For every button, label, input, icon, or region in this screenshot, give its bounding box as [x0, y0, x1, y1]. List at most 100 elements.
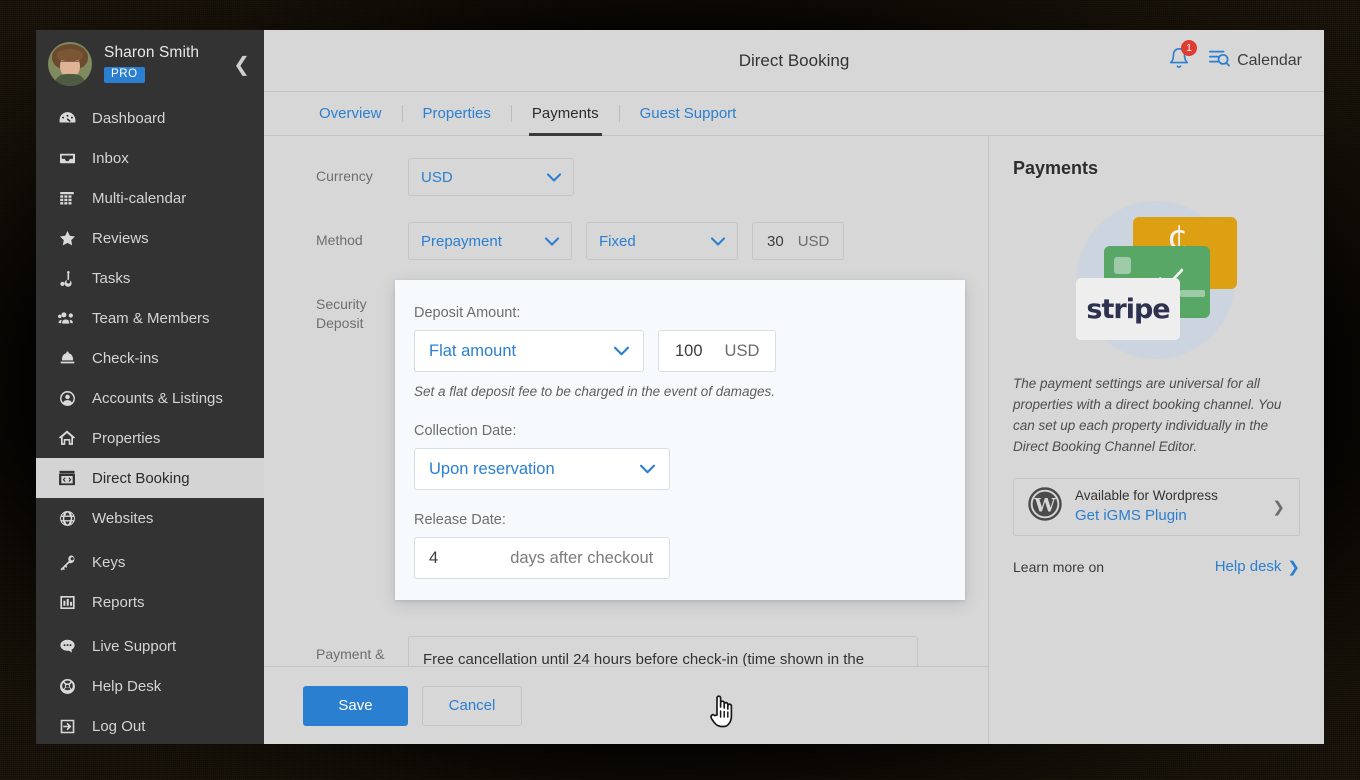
collection-date-select[interactable]: Upon reservation [414, 448, 670, 490]
help-desk-link[interactable]: Help desk ❯ [1215, 558, 1300, 576]
sidebar-item-label: Multi-calendar [92, 189, 187, 207]
cancel-button[interactable]: Cancel [422, 685, 522, 726]
deposit-amount-input[interactable]: 100 USD [658, 330, 777, 372]
svg-text:W: W [1033, 495, 1056, 517]
stripe-logo: stripe [1086, 293, 1170, 325]
notification-count-badge: 1 [1181, 40, 1198, 56]
top-bar-actions: 1 Calendar [1168, 40, 1324, 75]
chevron-down-icon [596, 346, 629, 356]
sidebar-item-log-out[interactable]: Log Out [36, 706, 264, 744]
sidebar-item-label: Accounts & Listings [92, 389, 223, 407]
method-type-select[interactable]: Prepayment [408, 222, 572, 260]
sidebar-nav: Dashboard Inbox Multi-calendar Reviews Tasks… [36, 98, 264, 744]
wordpress-icon: W [1028, 487, 1062, 526]
chevron-down-icon [695, 236, 726, 246]
logout-icon [54, 716, 80, 736]
users-icon [54, 308, 80, 328]
calendar-icon [54, 188, 80, 208]
avatar [48, 42, 92, 86]
main-content: Direct Booking 1 Calendar Overview Prope… [264, 30, 1324, 744]
info-panel-title: Payments [1013, 158, 1099, 178]
sidebar-item-keys[interactable]: Keys [36, 542, 264, 582]
page-title: Direct Booking [738, 50, 850, 70]
lifebuoy-icon [54, 676, 80, 696]
sidebar-item-help-desk[interactable]: Help Desk [36, 666, 264, 706]
sidebar-item-reviews[interactable]: Reviews [36, 218, 264, 258]
sidebar-item-team-members[interactable]: Team & Members [36, 298, 264, 338]
star-icon [54, 228, 80, 248]
sidebar-item-direct-booking[interactable]: Direct Booking [36, 458, 264, 498]
sidebar-item-label: Tasks [92, 269, 131, 287]
deposit-hint: Set a flat deposit fee to be charged in … [414, 384, 775, 399]
globe-icon [54, 508, 80, 528]
wordpress-plugin-card[interactable]: W Available for Wordpress Get iGMS Plugi… [1013, 477, 1300, 536]
learn-more-row: Learn more on Help desk ❯ [1013, 558, 1300, 576]
method-amount-input[interactable]: 30 USD [752, 222, 845, 260]
bar-chart-icon [54, 592, 80, 612]
method-type-value: Prepayment [421, 232, 502, 250]
tab-payments[interactable]: Payments [528, 92, 602, 136]
tab-separator [618, 105, 620, 122]
tab-properties[interactable]: Properties [420, 92, 494, 135]
currency-select[interactable]: USD [408, 158, 574, 196]
learn-more-label: Learn more on [1013, 558, 1105, 575]
sidebar-item-label: Help Desk [92, 677, 162, 695]
collection-date-value: Upon reservation [429, 459, 555, 478]
release-date-suffix: days after checkout [510, 548, 654, 567]
currency-label: Currency [316, 168, 373, 184]
chevron-down-icon [622, 464, 655, 474]
sidebar-item-tasks[interactable]: Tasks [36, 258, 264, 298]
sidebar-item-properties[interactable]: Properties [36, 418, 264, 458]
release-date-value: 4 [429, 548, 439, 567]
chevron-left-icon[interactable]: ❮ [233, 54, 250, 74]
method-amount-currency: USD [797, 232, 830, 250]
chevron-right-icon: ❯ [1272, 498, 1285, 516]
sidebar-item-reports[interactable]: Reports [36, 582, 264, 622]
calendar-button[interactable]: Calendar [1208, 48, 1302, 73]
deposit-amount-label: Deposit Amount: [414, 305, 521, 321]
sidebar-item-websites[interactable]: Websites [36, 498, 264, 538]
tasks-icon [54, 268, 80, 288]
code-window-icon [54, 468, 80, 488]
collection-date-label: Collection Date: [414, 423, 517, 439]
sidebar-item-label: Team & Members [92, 309, 210, 327]
tab-overview[interactable]: Overview [316, 92, 385, 135]
tab-guest-support[interactable]: Guest Support [637, 92, 740, 135]
wordpress-line2[interactable]: Get iGMS Plugin [1075, 506, 1218, 526]
sidebar-item-check-ins[interactable]: Check-ins [36, 338, 264, 378]
method-row: Method Prepayment Fixed 30 USD [264, 222, 988, 260]
method-amount-value: 30 [767, 232, 784, 250]
sidebar-item-label: Websites [92, 509, 154, 527]
notifications-button[interactable]: 1 [1168, 40, 1198, 75]
account-circle-icon [54, 388, 80, 408]
deposit-amount-row: Flat amount 100 USD [414, 330, 965, 372]
save-button[interactable]: Save [303, 685, 408, 726]
sidebar-item-multi-calendar[interactable]: Multi-calendar [36, 178, 264, 218]
sidebar-item-label: Inbox [92, 149, 129, 167]
home-icon [54, 428, 80, 448]
sidebar-item-label: Check-ins [92, 349, 159, 367]
calendar-search-icon [1208, 48, 1230, 73]
currency-value: USD [421, 168, 453, 186]
payments-form: Currency USD Method Prepayment Fixed 30 … [264, 136, 988, 744]
chevron-down-icon [531, 172, 562, 182]
app-window: Sharon Smith PRO ❮ Dashboard Inbox Multi-c… [36, 30, 1324, 744]
tab-separator [510, 105, 512, 122]
method-mode-select[interactable]: Fixed [586, 222, 738, 260]
chevron-right-icon: ❯ [1287, 558, 1300, 576]
sidebar-profile[interactable]: Sharon Smith PRO ❮ [36, 30, 264, 98]
top-bar: Direct Booking 1 Calendar [264, 30, 1324, 92]
method-label: Method [316, 232, 363, 248]
sidebar: Sharon Smith PRO ❮ Dashboard Inbox Multi-c… [36, 30, 264, 744]
info-panel: Payments ¢ stripe The payment settings a… [988, 136, 1324, 744]
sidebar-item-dashboard[interactable]: Dashboard [36, 98, 264, 138]
wordpress-line1: Available for Wordpress [1075, 488, 1218, 504]
release-date-input[interactable]: 4 days after checkout [414, 537, 670, 579]
deposit-amount-type-select[interactable]: Flat amount [414, 330, 644, 372]
sidebar-item-accounts-listings[interactable]: Accounts & Listings [36, 378, 264, 418]
sidebar-item-label: Keys [92, 553, 126, 571]
help-desk-label: Help desk [1214, 558, 1282, 576]
sidebar-item-live-support[interactable]: Live Support [36, 626, 264, 666]
form-actions: Save Cancel [264, 666, 988, 744]
sidebar-item-inbox[interactable]: Inbox [36, 138, 264, 178]
